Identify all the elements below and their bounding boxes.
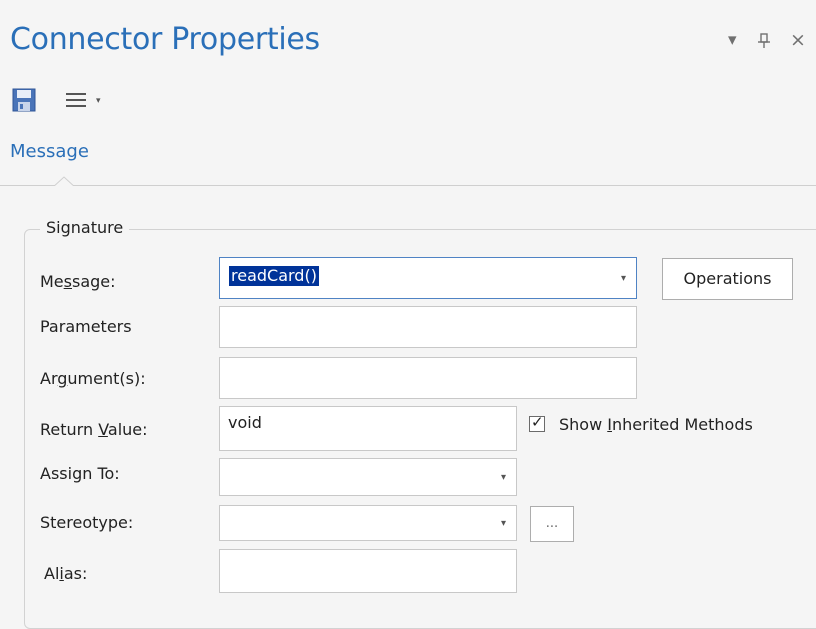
panel-toolbar (0, 78, 816, 126)
parameters-label: Parameters (40, 317, 132, 336)
stereotype-label: Stereotype: (40, 513, 134, 532)
save-icon[interactable] (12, 88, 36, 112)
show-inherited-methods-label[interactable]: Show Inherited Methods (559, 415, 753, 434)
assign-to-label: Assign To: (40, 464, 120, 483)
hamburger-menu-icon[interactable] (64, 91, 90, 109)
chevron-down-icon[interactable]: ▾ (501, 472, 506, 483)
panel-options-dropdown-icon[interactable]: ▾ (728, 30, 737, 50)
assign-to-combobox[interactable]: ▾ (219, 458, 517, 496)
close-icon[interactable]: × (790, 29, 806, 51)
message-value: readCard() (229, 266, 319, 286)
arguments-field[interactable] (219, 357, 637, 399)
alias-label: Alias: (44, 564, 88, 583)
parameters-field[interactable] (219, 306, 637, 348)
arguments-label: Argument(s): (40, 369, 146, 388)
chevron-down-icon[interactable]: ▾ (621, 273, 626, 284)
return-value-label: Return Value: (40, 420, 148, 439)
alias-field[interactable] (219, 549, 517, 593)
checkmark-icon: ✓ (531, 413, 544, 431)
return-value-value: void (228, 413, 262, 432)
signature-group-legend: Signature (40, 218, 130, 237)
chevron-down-icon[interactable]: ▾ (501, 518, 506, 529)
return-value-field[interactable]: void (219, 406, 517, 451)
message-combobox[interactable]: readCard() ▾ (219, 257, 637, 299)
pin-icon[interactable] (757, 33, 771, 49)
tab-bar (0, 126, 816, 186)
show-inherited-methods-checkbox[interactable]: ✓ (529, 413, 545, 432)
stereotype-combobox[interactable]: ▾ (219, 505, 517, 541)
menu-caret-icon[interactable]: ▾ (96, 96, 101, 106)
message-label: Message: (40, 272, 116, 291)
tab-message[interactable]: Message (10, 141, 89, 162)
stereotype-browse-button[interactable]: ... (530, 506, 574, 542)
panel-title: Connector Properties (10, 22, 320, 57)
operations-button[interactable]: Operations (662, 258, 793, 300)
